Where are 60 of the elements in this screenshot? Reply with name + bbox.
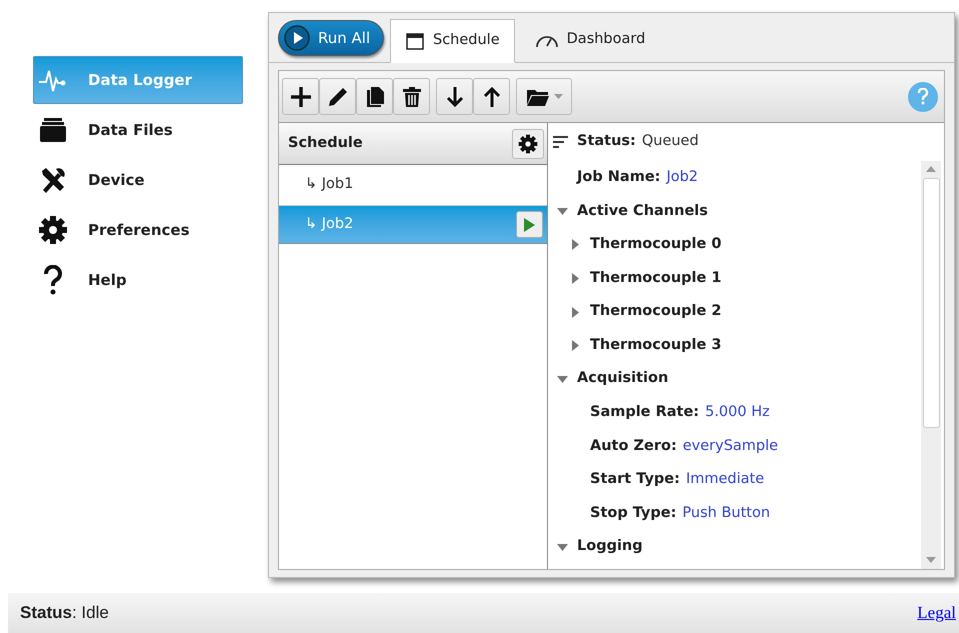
status-label: Status: xyxy=(577,132,636,152)
group-label: Active Channels xyxy=(577,202,708,221)
legal-link[interactable]: Legal xyxy=(917,600,956,626)
toolbar-button[interactable] xyxy=(436,78,473,115)
field-value: 5.000 Hz xyxy=(705,403,770,422)
group-label: Thermocouple 3 xyxy=(590,336,722,355)
field-label: Stop Type: xyxy=(590,504,676,523)
field-label: Job Name: xyxy=(577,168,660,187)
nav-item[interactable]: Preferences xyxy=(33,206,243,254)
toolbar-button[interactable] xyxy=(282,78,319,115)
scroll-up-icon xyxy=(926,166,936,172)
caret-down-icon xyxy=(557,208,568,215)
calendar-icon xyxy=(405,31,425,51)
group-label: Logging xyxy=(577,537,643,556)
field-value: Immediate xyxy=(686,470,764,490)
drawer-icon xyxy=(38,115,68,145)
caret-down-icon xyxy=(557,376,568,383)
list-header: Schedule xyxy=(288,134,364,153)
nav-item[interactable]: Data Files xyxy=(33,106,243,154)
field-label: Auto Zero: xyxy=(590,436,677,456)
group-label: Thermocouple 2 xyxy=(590,302,722,322)
plus-icon xyxy=(288,84,312,108)
caret-right-icon xyxy=(572,239,579,250)
toolbar-button[interactable] xyxy=(473,78,510,115)
caret-right-icon xyxy=(572,273,579,284)
group-label: Thermocouple 1 xyxy=(590,268,722,288)
group-label: Thermocouple 0 xyxy=(590,235,722,254)
group-label: Acquisition xyxy=(577,369,668,388)
toolbar-button[interactable] xyxy=(319,78,356,115)
toolbar-button[interactable] xyxy=(356,78,393,115)
status-label: Status xyxy=(20,602,72,624)
help-button[interactable] xyxy=(908,82,938,112)
tab[interactable]: Schedule xyxy=(390,19,515,63)
tab[interactable]: Dashboard xyxy=(520,18,660,62)
caret-right-icon xyxy=(572,306,579,318)
toolbar-button[interactable] xyxy=(393,78,430,115)
scroll-down-icon xyxy=(926,557,936,563)
field-label: Sample Rate: xyxy=(590,403,700,422)
folder-menu-button[interactable] xyxy=(516,78,572,115)
nav-item[interactable]: Device xyxy=(33,156,243,204)
gear-icon xyxy=(38,215,68,245)
caret-down-icon xyxy=(554,94,562,99)
play-icon xyxy=(524,218,535,232)
field-label: Start Type: xyxy=(590,470,680,490)
caret-right-icon xyxy=(572,340,579,352)
scrollbar[interactable] xyxy=(921,161,941,569)
nav-item[interactable]: Help xyxy=(33,256,243,304)
status-value: : Idle xyxy=(72,602,109,624)
caret-down-icon xyxy=(557,544,568,551)
status-value: Queued xyxy=(642,132,699,152)
play-icon xyxy=(284,25,310,51)
settings-icon xyxy=(518,134,538,154)
question-icon xyxy=(917,88,929,105)
field-value: Job2 xyxy=(666,168,698,187)
settings-button[interactable] xyxy=(512,128,544,158)
run-job-button[interactable] xyxy=(516,211,543,238)
run-all-button[interactable]: Run All xyxy=(278,20,384,56)
sort-icon xyxy=(553,136,569,148)
field-value: everySample xyxy=(682,436,778,456)
field-value: Push Button xyxy=(682,504,770,523)
